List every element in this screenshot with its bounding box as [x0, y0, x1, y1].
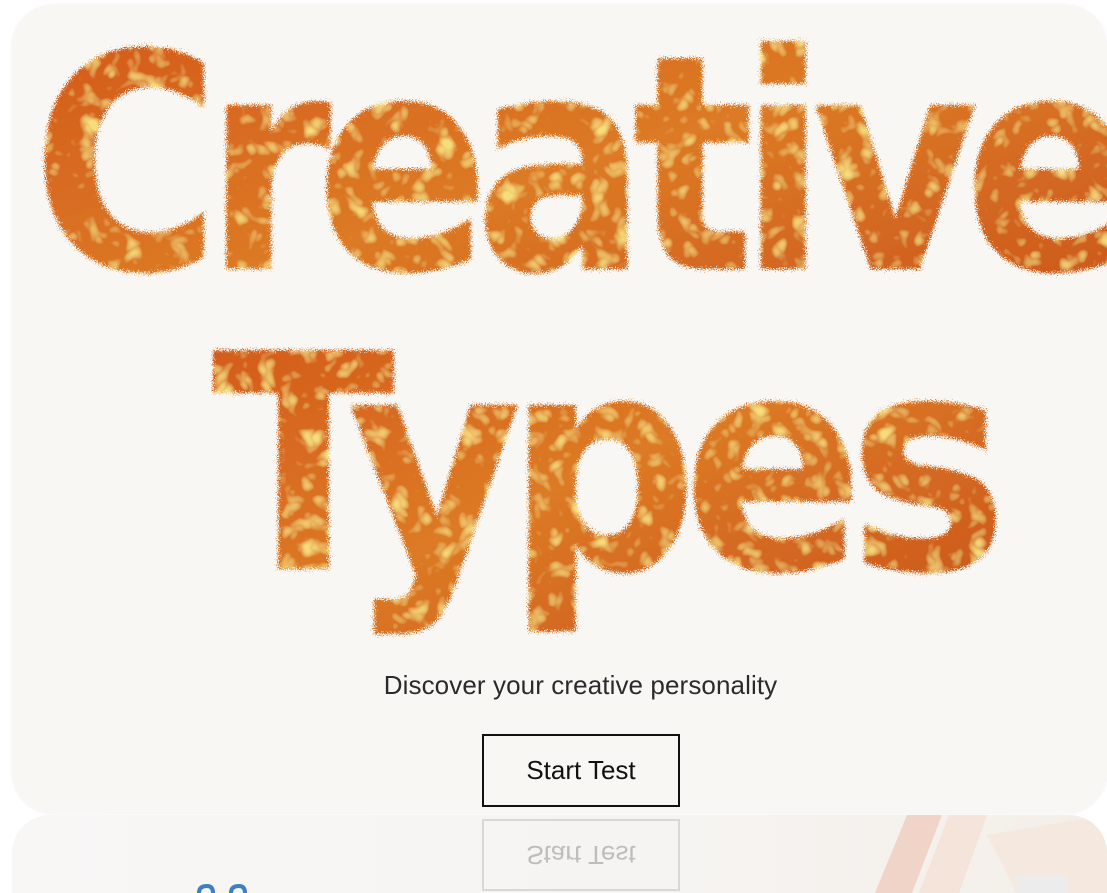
reflection-area: Start Test: [12, 815, 1107, 893]
creative-types-artwork: Creative Types: [32, 4, 1107, 640]
hero-image: Creative Types: [12, 4, 1107, 644]
hero-title-line2: Types: [212, 291, 999, 640]
hero-card: Creative Types Discover your creative pe…: [12, 4, 1107, 813]
hero-title-line1: Creative: [32, 4, 1107, 340]
start-test-button[interactable]: Start Test: [482, 734, 680, 807]
accent-marks-icon: [197, 884, 247, 893]
reflected-start-button: Start Test: [482, 819, 680, 891]
tagline: Discover your creative personality: [383, 670, 778, 700]
decorative-stripes: [875, 815, 1107, 893]
